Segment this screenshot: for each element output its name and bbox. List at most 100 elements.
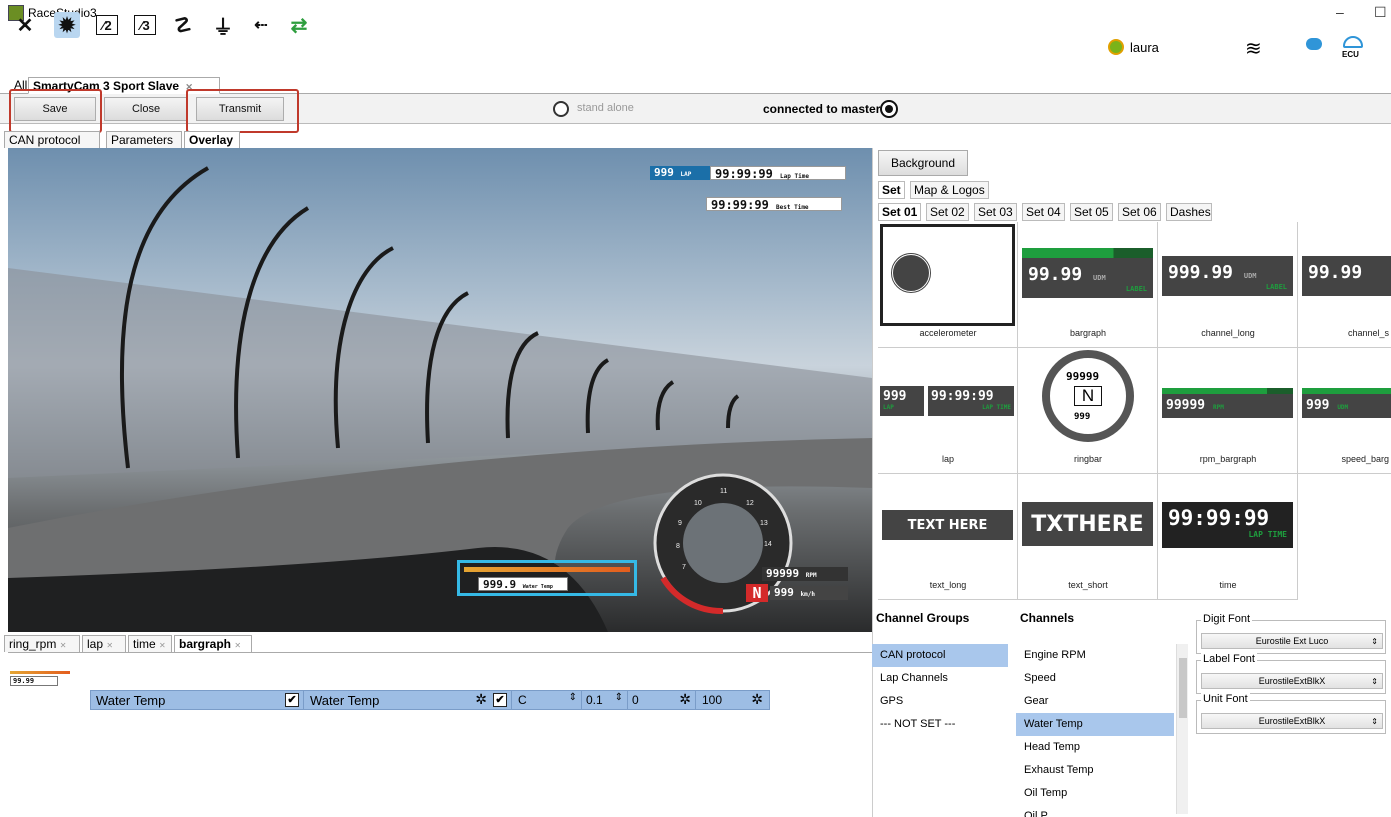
channels-scrollbar[interactable] (1176, 644, 1188, 814)
unit-font-select[interactable]: EurostileExtBlkX ⇕ (1201, 713, 1383, 729)
widget-time[interactable]: 99:99:99 LAP TIME time (1158, 474, 1298, 600)
overlay-lap-value: 999 (654, 166, 674, 179)
stepper-icon: ⇕ (1371, 676, 1378, 686)
channel-oil-temp[interactable]: Oil Temp (1016, 782, 1174, 805)
tab-set-03[interactable]: Set 03 (974, 203, 1017, 221)
widget-bargraph-sub: LABEL (1125, 285, 1147, 293)
wrench-icon[interactable]: ✕ (12, 12, 38, 38)
tab-set-06[interactable]: Set 06 (1118, 203, 1161, 221)
channel-gear[interactable]: Gear (1016, 690, 1174, 713)
channel-name: Water Temp (96, 693, 166, 708)
tab-set-01[interactable]: Set 01 (878, 203, 922, 221)
tab-parameters[interactable]: Parameters (106, 131, 182, 148)
track-icon[interactable]: ☡ (170, 12, 196, 38)
channel-exhaust-temp[interactable]: Exhaust Temp (1016, 759, 1174, 782)
tab-bargraph[interactable]: bargraph ✕ (174, 635, 252, 652)
video-preview[interactable]: 999 LAP 99:99:99 Lap Time 99:99:99 Best … (8, 148, 872, 632)
overlay-watertemp-selected[interactable]: 999.9 Water Temp (457, 560, 637, 596)
widget-accelerometer[interactable]: 9.99 9.99 accelerometer (878, 222, 1018, 348)
widget-channel-long[interactable]: 999.99 UDM LABEL channel_long (1158, 222, 1298, 348)
tab-close-icon[interactable]: ✕ (159, 641, 166, 650)
tab-overlay[interactable]: Overlay (184, 131, 240, 148)
widget-ringbar[interactable]: 99999 N 999 ringbar (1018, 348, 1158, 474)
tab-ring-rpm[interactable]: ring_rpm ✕ (4, 635, 80, 652)
channel-water-temp[interactable]: Water Temp (1016, 713, 1174, 736)
channel-enable-checkbox[interactable]: ✔ (285, 693, 299, 707)
close-button[interactable]: Close (104, 97, 188, 121)
stand-alone-radio[interactable] (553, 101, 569, 117)
widget-channel-short[interactable]: 99.99 channel_s (1298, 222, 1391, 348)
group-gps[interactable]: GPS (872, 690, 1008, 713)
tab-time[interactable]: time ✕ (128, 635, 172, 652)
tab-map-logos[interactable]: Map & Logos (910, 181, 989, 199)
cloud-icon[interactable] (1306, 38, 1322, 50)
widget-text-long[interactable]: TEXT HERE text_long (878, 474, 1018, 600)
overlay-besttime-box: 99:99:99 Best Time (706, 197, 842, 212)
wifi-icon[interactable]: ≋ (1245, 36, 1262, 61)
digit-font-select[interactable]: Eurostile Ext Luco ⇕ (1201, 633, 1383, 649)
min-field-value: 0 (632, 693, 639, 707)
label-enable-checkbox[interactable]: ✔ (493, 693, 507, 707)
label-field[interactable]: Water Temp ✲ (303, 690, 493, 710)
stand-alone-label: stand alone (577, 102, 634, 114)
settings-gear-icon[interactable]: ✲ (679, 691, 691, 708)
widget-accel-v2: 9.99 (941, 273, 990, 297)
tab-set-04[interactable]: Set 04 (1022, 203, 1065, 221)
gear-icon[interactable]: ✹ (54, 12, 80, 38)
user-name[interactable]: laura (1130, 40, 1159, 55)
channel-speed[interactable]: Speed (1016, 667, 1174, 690)
overlay-speed-box: 999 km/h (770, 586, 848, 600)
stepper-icon: ⇕ (1371, 716, 1378, 726)
step-select[interactable]: 0.1 ⇕ (581, 690, 627, 710)
device-2-icon[interactable]: ∕2 (96, 15, 118, 35)
channel-oil-pressure[interactable]: Oil P (1016, 805, 1174, 817)
widget-bargraph-v1: 99.99 (1028, 264, 1083, 285)
group-not-set[interactable]: --- NOT SET --- (872, 713, 1008, 736)
tab-lap[interactable]: lap ✕ (82, 635, 126, 652)
dyno-icon[interactable]: ⏚ (210, 12, 236, 39)
tab-dashes[interactable]: Dashes (1166, 203, 1212, 221)
widget-channel-short-v1: 99.99 (1302, 256, 1391, 296)
tab-set-02[interactable]: Set 02 (926, 203, 969, 221)
min-field[interactable]: 0 ✲ (627, 690, 695, 710)
ecu-icon[interactable] (1343, 36, 1363, 48)
label-font-value: EurostileExtBlkX (1258, 676, 1326, 686)
widget-text-short[interactable]: TXTHERE text_short (1018, 474, 1158, 600)
widget-bargraph[interactable]: 99.99 UDM LABEL bargraph (1018, 222, 1158, 348)
label-font-group: Label Font EurostileExtBlkX ⇕ (1196, 653, 1386, 694)
unit-select-value: C (518, 693, 527, 707)
tab-close-icon[interactable]: ✕ (106, 641, 113, 650)
widget-speed-bargraph[interactable]: 999 UDM speed_barg (1298, 348, 1391, 474)
settings-gear-icon[interactable]: ✲ (475, 691, 487, 708)
label-font-select[interactable]: EurostileExtBlkX ⇕ (1201, 673, 1383, 689)
tab-set-05[interactable]: Set 05 (1070, 203, 1113, 221)
widget-lap-sub2: LAP TIME (982, 404, 1011, 411)
channel-engine-rpm[interactable]: Engine RPM (1016, 644, 1174, 667)
gauge-tick-8: 8 (676, 543, 680, 550)
device-3-icon[interactable]: ∕3 (134, 15, 156, 35)
tab-set[interactable]: Set (878, 181, 905, 199)
settings-gear-icon[interactable]: ✲ (751, 691, 763, 708)
minimize-button[interactable]: – (1336, 4, 1344, 20)
unit-select[interactable]: C ⇕ (511, 690, 581, 710)
scroll-thumb[interactable] (1179, 658, 1187, 718)
maximize-button[interactable]: ☐ (1374, 4, 1387, 21)
widget-lap[interactable]: 999 LAP 99:99:99 LAP TIME lap (878, 348, 1018, 474)
max-field[interactable]: 100 ✲ (695, 690, 769, 710)
group-lap-channels[interactable]: Lap Channels (872, 667, 1008, 690)
widget-rpm-bargraph[interactable]: 99999 RPM rpm_bargraph (1158, 348, 1298, 474)
sync-icon[interactable]: ⇄ (286, 12, 312, 38)
tab-close-icon[interactable]: ✕ (234, 641, 241, 650)
channel-head-temp[interactable]: Head Temp (1016, 736, 1174, 759)
group-can-protocol[interactable]: CAN protocol (872, 644, 1008, 667)
wireless-connect-icon[interactable]: ⇠ (248, 12, 274, 38)
connected-master-radio[interactable] (880, 100, 898, 118)
step-select-value: 0.1 (586, 693, 603, 707)
tab-close-icon[interactable]: ✕ (60, 641, 67, 650)
overlay-watertemp-bar (464, 567, 630, 572)
bargraph-thumb[interactable]: 99.99 (10, 676, 58, 686)
overlay-laptime-label: Lap Time (780, 173, 809, 180)
background-button[interactable]: Background (878, 150, 968, 176)
tab-can-protocol[interactable]: CAN protocol (4, 131, 100, 148)
widget-speed-v1: 999 (1306, 398, 1330, 413)
